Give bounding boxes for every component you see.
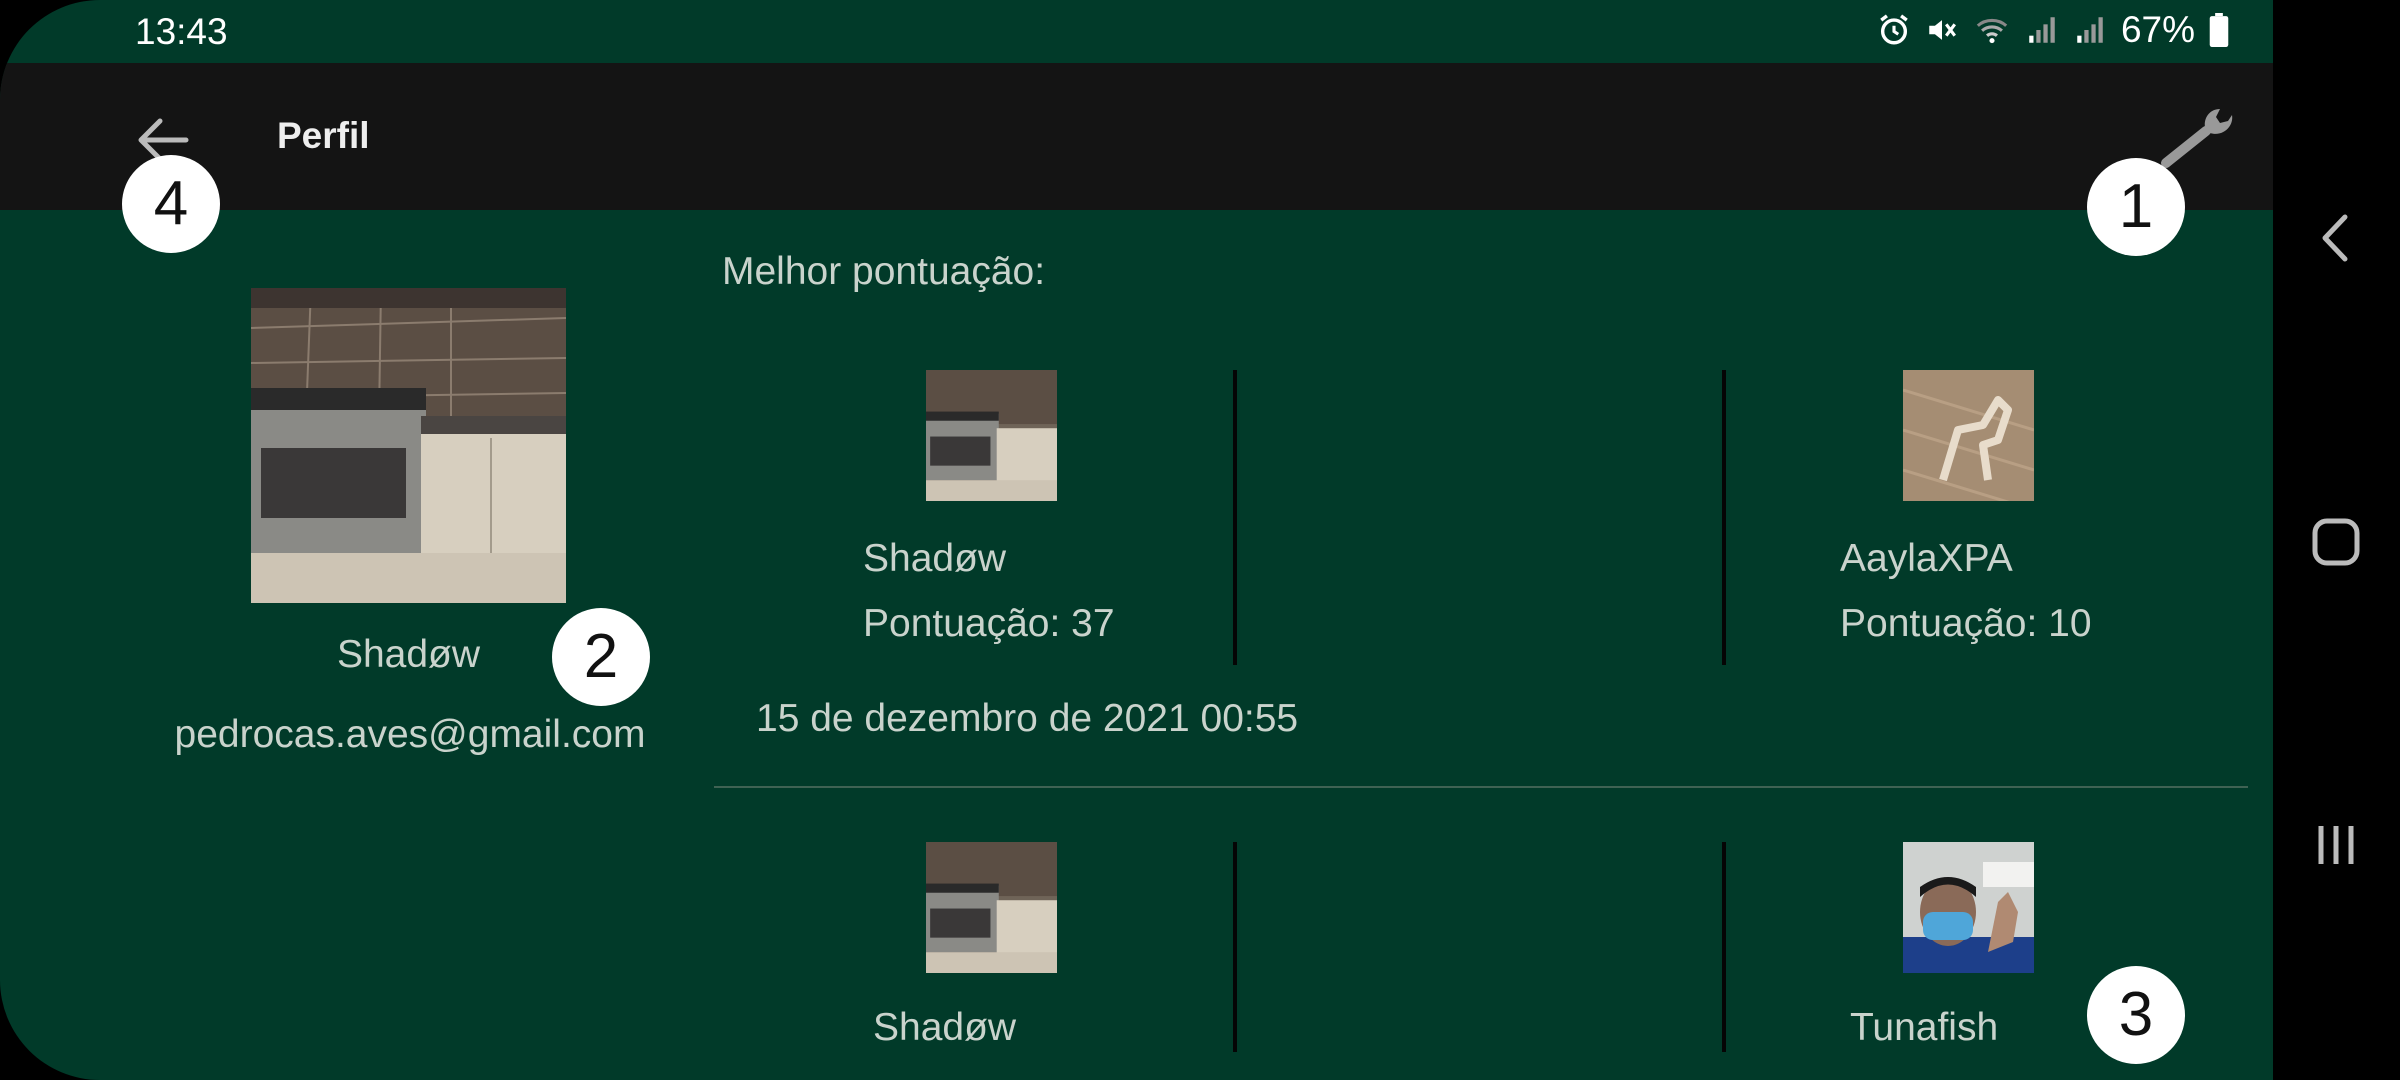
battery-percent: 67%: [2120, 9, 2195, 50]
match-card[interactable]: Shadøw Pontuação: 37 AaylaXPA Pontuação:…: [714, 370, 2248, 740]
page-title: Perfil: [277, 115, 370, 156]
match-date: 15 de dezembro de 2021 00:55: [756, 697, 1299, 740]
player1-score: Pontuação: 37: [863, 602, 1115, 645]
kitchen-photo: [926, 370, 1057, 501]
app-bar: Perfil: [0, 63, 2273, 210]
list-divider: [714, 786, 2248, 788]
column-divider: [1233, 842, 1237, 1052]
annotation-badge-1: 1: [2087, 158, 2185, 256]
player2-name: AaylaXPA: [1840, 537, 2013, 580]
column-divider: [1722, 370, 1726, 665]
kitchen-photo: [926, 842, 1057, 973]
player1-avatar: [926, 370, 1057, 501]
person-photo: [1903, 842, 2034, 973]
signal-icon: [2077, 17, 2103, 43]
annotation-badge-2: 2: [552, 608, 650, 706]
profile-photo[interactable]: [251, 288, 566, 603]
player1-name: Shadøw: [873, 1006, 1017, 1049]
status-icons: 67%: [1877, 9, 2229, 51]
alarm-icon: [1880, 14, 1908, 45]
player1-avatar: [926, 842, 1057, 973]
column-divider: [1722, 842, 1726, 1052]
status-time: 13:43: [135, 11, 228, 52]
wifi-icon: [1976, 18, 2008, 44]
wooden-horse-photo: [1903, 370, 2034, 501]
best-score-label: Melhor pontuação:: [722, 250, 1046, 293]
annotation-badge-4: 4: [122, 155, 220, 253]
signal-icon: [2029, 17, 2055, 43]
mute-icon: [1929, 20, 1956, 40]
wrench-icon: [2161, 109, 2233, 168]
battery-icon: [2209, 13, 2229, 47]
profile-email: pedrocas.aves@gmail.com: [174, 713, 646, 756]
player2-score: Pontuação: 10: [1840, 602, 2092, 645]
nav-recents-button[interactable]: [2301, 810, 2371, 880]
profile-name: Shadøw: [336, 633, 481, 676]
player2-avatar: [1903, 370, 2034, 501]
app-screen: 13:43 67% Perfil 1 2 3 4 Shadøw pedrocas…: [0, 0, 2273, 1080]
player2-avatar: [1903, 842, 2034, 973]
system-nav-bar: [2273, 0, 2400, 1080]
player1-name: Shadøw: [863, 537, 1007, 580]
settings-button[interactable]: [2158, 103, 2238, 173]
player2-name: Tunafish: [1850, 1006, 1999, 1049]
nav-back-button[interactable]: [2301, 203, 2371, 273]
home-icon: [2312, 518, 2360, 566]
column-divider: [1233, 370, 1237, 665]
match-card[interactable]: Shadøw Tunafish: [714, 842, 2248, 1080]
status-bar: 13:43 67%: [0, 0, 2273, 63]
kitchen-photo: [251, 288, 566, 603]
recents-icon: [2318, 826, 2354, 864]
back-triangle-icon: [2322, 214, 2348, 262]
nav-home-button[interactable]: [2301, 507, 2371, 577]
